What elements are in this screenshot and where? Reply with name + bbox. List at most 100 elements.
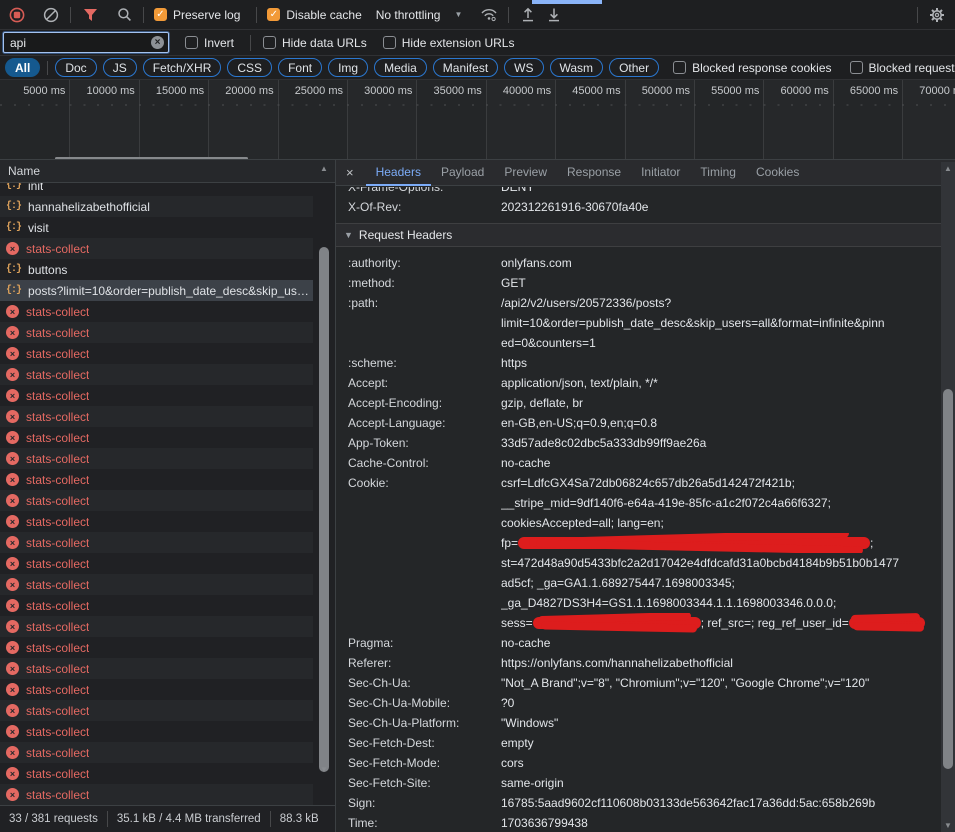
request-row[interactable]: ×stats-collect [0, 553, 313, 574]
tab-headers[interactable]: Headers [366, 160, 431, 186]
tab-initiator[interactable]: Initiator [631, 160, 690, 186]
request-row[interactable]: {:}posts?limit=10&order=publish_date_des… [0, 280, 313, 301]
blocked-requests-checkbox[interactable] [850, 61, 863, 74]
network-conditions-button[interactable] [476, 4, 502, 26]
scroll-up-icon[interactable]: ▲ [317, 162, 331, 175]
filter-bar: api × Invert Hide data URLs Hide extensi… [0, 30, 955, 56]
headers-content[interactable]: X-Frame-Options:DENYX-Of-Rev:20231226191… [336, 187, 942, 832]
request-row[interactable]: {:}visit [0, 217, 313, 238]
type-pill-css[interactable]: CSS [227, 58, 272, 77]
import-har-button[interactable] [515, 4, 541, 26]
request-row[interactable]: ×stats-collect [0, 637, 313, 658]
timeline-tick-label: 5000 ms [23, 85, 65, 97]
block-icon [43, 7, 59, 23]
request-row[interactable]: ×stats-collect [0, 469, 313, 490]
scroll-up-icon[interactable]: ▲ [941, 162, 955, 175]
scroll-down-icon[interactable]: ▼ [317, 763, 331, 776]
devtools-network-panel: Preserve log Disable cache No throttling… [0, 0, 955, 832]
preserve-log-checkbox[interactable] [154, 8, 167, 21]
request-row[interactable]: ×stats-collect [0, 721, 313, 742]
request-row[interactable]: ×stats-collect [0, 343, 313, 364]
header-value-line: GET [501, 273, 942, 293]
request-row[interactable]: ×stats-collect [0, 301, 313, 322]
toolbar-divider [250, 35, 251, 51]
throttling-select[interactable]: No throttling ▼ [376, 8, 463, 22]
request-row[interactable]: ×stats-collect [0, 679, 313, 700]
request-row[interactable]: ×stats-collect [0, 532, 313, 553]
settings-button[interactable] [924, 4, 950, 26]
type-pill-all[interactable]: All [5, 58, 40, 77]
timeline-overview[interactable]: 5000 ms10000 ms15000 ms20000 ms25000 ms3… [0, 80, 955, 160]
type-pill-other[interactable]: Other [609, 58, 659, 77]
request-row[interactable]: ×stats-collect [0, 658, 313, 679]
type-pill-doc[interactable]: Doc [55, 58, 96, 77]
name-column-header[interactable]: Name [0, 160, 335, 183]
timeline-gridline [902, 80, 903, 160]
type-pill-fetchxhr[interactable]: Fetch/XHR [143, 58, 222, 77]
request-row[interactable]: ×stats-collect [0, 595, 313, 616]
tab-preview[interactable]: Preview [494, 160, 557, 186]
tab-timing[interactable]: Timing [690, 160, 746, 186]
requests-scrollbar[interactable]: ▲ ▼ [317, 162, 331, 805]
tab-payload[interactable]: Payload [431, 160, 494, 186]
filter-input[interactable]: api × [3, 32, 169, 53]
clear-button[interactable] [38, 4, 64, 26]
failed-icon: × [6, 452, 19, 465]
type-pill-manifest[interactable]: Manifest [433, 58, 498, 77]
failed-icon: × [6, 725, 19, 738]
record-button[interactable] [4, 4, 30, 26]
scrollbar-thumb[interactable] [943, 389, 953, 769]
type-pill-wasm[interactable]: Wasm [550, 58, 604, 77]
hide-data-urls-checkbox[interactable] [263, 36, 276, 49]
request-row[interactable]: ×stats-collect [0, 238, 313, 259]
request-row[interactable]: ×stats-collect [0, 784, 313, 805]
export-har-button[interactable] [541, 4, 567, 26]
type-pill-font[interactable]: Font [278, 58, 322, 77]
request-row[interactable]: ×stats-collect [0, 742, 313, 763]
type-pill-media[interactable]: Media [374, 58, 427, 77]
filter-toggle-button[interactable] [77, 4, 103, 26]
detail-scrollbar[interactable]: ▲ ▼ [941, 162, 955, 832]
request-row[interactable]: ×stats-collect [0, 406, 313, 427]
request-row[interactable]: {:}buttons [0, 259, 313, 280]
hide-extension-urls-checkbox[interactable] [383, 36, 396, 49]
type-pill-ws[interactable]: WS [504, 58, 543, 77]
request-row[interactable]: ×stats-collect [0, 490, 313, 511]
header-value: en-GB,en-US;q=0.9,en;q=0.8 [501, 413, 942, 433]
search-button[interactable] [111, 4, 137, 26]
request-row[interactable]: ×stats-collect [0, 322, 313, 343]
request-headers-section-header[interactable]: ▼ Request Headers [336, 223, 942, 247]
request-name: stats-collect [26, 431, 89, 445]
request-row[interactable]: ×stats-collect [0, 427, 313, 448]
disable-cache-checkbox[interactable] [267, 8, 280, 21]
requests-list: {:}init{:}hannahelizabethofficial{:}visi… [0, 183, 313, 805]
request-row[interactable]: ×stats-collect [0, 700, 313, 721]
invert-checkbox[interactable] [185, 36, 198, 49]
header-value-line: limit=10&order=publish_date_desc&skip_us… [501, 313, 942, 333]
type-pill-img[interactable]: Img [328, 58, 368, 77]
type-pill-js[interactable]: JS [103, 58, 137, 77]
request-row[interactable]: ×stats-collect [0, 448, 313, 469]
header-row: Sec-Fetch-Dest:empty [336, 733, 942, 753]
request-row[interactable]: ×stats-collect [0, 616, 313, 637]
request-row[interactable]: {:}init [0, 183, 313, 196]
clear-filter-icon[interactable]: × [151, 36, 164, 49]
timeline-tick-label: 70000 ms [919, 85, 955, 97]
request-name: buttons [28, 263, 67, 277]
blocked-response-cookies-checkbox[interactable] [673, 61, 686, 74]
close-icon[interactable]: × [346, 165, 354, 180]
tab-response[interactable]: Response [557, 160, 631, 186]
request-row[interactable]: ×stats-collect [0, 511, 313, 532]
scrollbar-thumb[interactable] [319, 247, 329, 772]
request-row[interactable]: ×stats-collect [0, 364, 313, 385]
tab-cookies[interactable]: Cookies [746, 160, 809, 186]
request-row[interactable]: {:}hannahelizabethofficial [0, 196, 313, 217]
failed-icon: × [6, 746, 19, 759]
header-value-line: gzip, deflate, br [501, 393, 942, 413]
request-row[interactable]: ×stats-collect [0, 385, 313, 406]
search-icon [117, 7, 132, 22]
request-row[interactable]: ×stats-collect [0, 574, 313, 595]
scroll-down-icon[interactable]: ▼ [941, 819, 955, 832]
summary-transferred: 35.1 kB / 4.4 MB transferred [117, 813, 261, 825]
request-row[interactable]: ×stats-collect [0, 763, 313, 784]
